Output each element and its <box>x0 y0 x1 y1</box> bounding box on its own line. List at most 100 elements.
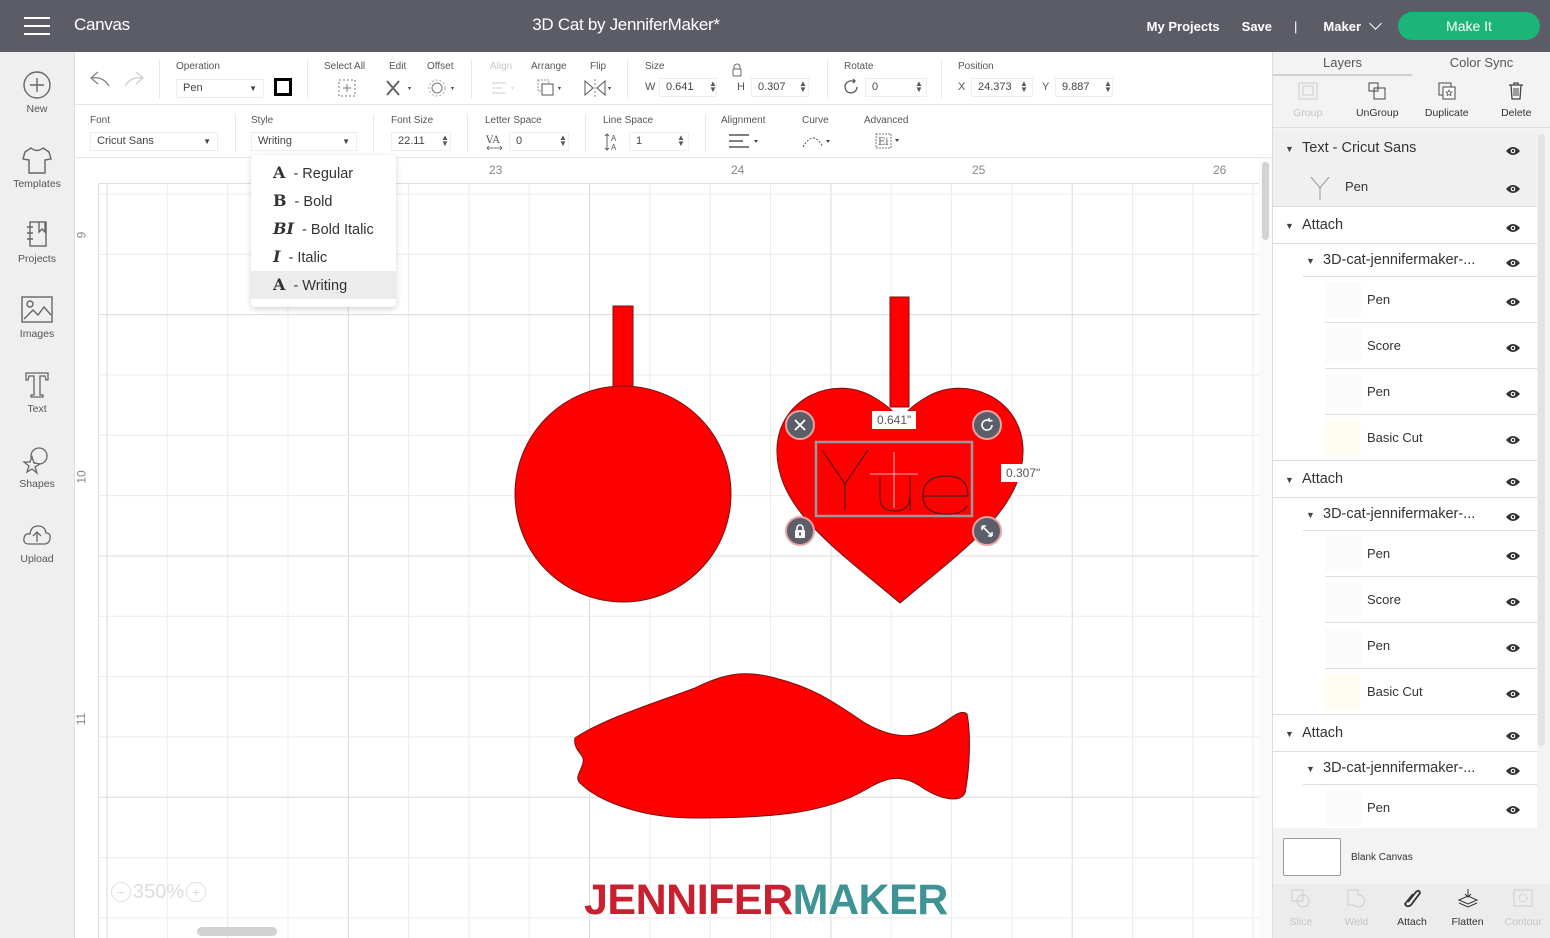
sidebar-item-templates[interactable]: Templates <box>0 145 74 190</box>
layer-group[interactable]: ▼ Attach <box>1273 715 1537 752</box>
line-space-stepper[interactable]: ▲ ▼ <box>677 134 685 148</box>
layer-item[interactable]: Pen <box>1273 369 1537 415</box>
eye-visibility-icon[interactable] <box>1505 182 1521 198</box>
style-option-writing[interactable]: A - Writing <box>251 271 396 299</box>
tab-color-sync[interactable]: Color Sync <box>1412 52 1550 76</box>
select-all-icon[interactable] <box>337 78 357 98</box>
layer-item[interactable]: Basic Cut <box>1273 415 1537 461</box>
fish-shape[interactable] <box>574 673 970 819</box>
eye-visibility-icon[interactable] <box>1505 510 1521 526</box>
expand-triangle-icon[interactable]: ▼ <box>1306 510 1315 520</box>
sidebar-item-text[interactable]: Text <box>0 370 74 415</box>
layer-subgroup[interactable]: ▼ 3D-cat-jennifermaker-... <box>1273 244 1537 277</box>
layer-item[interactable]: Pen <box>1273 531 1537 577</box>
align-icon[interactable] <box>489 78 519 98</box>
layer-item[interactable]: Score <box>1273 323 1537 369</box>
eye-visibility-icon[interactable] <box>1505 803 1521 819</box>
sidebar-item-images[interactable]: Images <box>0 295 74 340</box>
eye-visibility-icon[interactable] <box>1505 475 1521 491</box>
eye-visibility-icon[interactable] <box>1505 144 1521 160</box>
flatten-button[interactable]: Flatten <box>1440 884 1496 938</box>
layer-item[interactable]: Pen <box>1273 167 1537 207</box>
expand-triangle-icon[interactable]: ▼ <box>1285 221 1294 231</box>
y-stepper[interactable]: ▲ ▼ <box>1104 80 1112 94</box>
layer-item[interactable]: Basic Cut <box>1273 669 1537 715</box>
operation-color-swatch[interactable] <box>274 78 292 96</box>
layer-item[interactable]: Pen <box>1273 277 1537 323</box>
letter-space-stepper[interactable]: ▲ ▼ <box>559 134 567 148</box>
layer-item[interactable]: Pen <box>1273 785 1537 828</box>
save-button[interactable]: Save <box>1242 19 1272 34</box>
machine-selector[interactable]: Maker <box>1323 17 1382 34</box>
eye-visibility-icon[interactable] <box>1505 641 1521 657</box>
vertical-scroll-thumb[interactable] <box>1262 162 1269 240</box>
expand-triangle-icon[interactable]: ▼ <box>1285 144 1294 154</box>
x-stepper[interactable]: ▲ ▼ <box>1020 80 1028 94</box>
layer-subgroup[interactable]: ▼ 3D-cat-jennifermaker-... <box>1273 752 1537 785</box>
eye-visibility-icon[interactable] <box>1505 764 1521 780</box>
eye-visibility-icon[interactable] <box>1505 387 1521 403</box>
contour-button[interactable]: Contour <box>1495 884 1550 938</box>
arrange-icon[interactable] <box>536 78 566 98</box>
sidebar-item-new[interactable]: New <box>0 70 74 115</box>
delete-button[interactable]: Delete <box>1482 76 1550 127</box>
tab-layers[interactable]: Layers <box>1273 52 1412 76</box>
resize-handle[interactable] <box>972 516 1002 546</box>
zoom-out-button[interactable]: − <box>111 882 131 902</box>
eye-visibility-icon[interactable] <box>1505 295 1521 311</box>
operation-select[interactable]: Pen ▼ <box>176 79 264 98</box>
ungroup-button[interactable]: UnGroup <box>1343 76 1413 127</box>
heart-ornament-shape[interactable] <box>776 296 1024 604</box>
eye-visibility-icon[interactable] <box>1505 595 1521 611</box>
style-option-bold-italic[interactable]: BI - Bold Italic <box>251 215 396 243</box>
layer-group[interactable]: ▼ Text - Cricut Sans <box>1273 130 1537 167</box>
font-select[interactable]: Cricut Sans ▼ <box>90 132 218 151</box>
rotate-handle[interactable] <box>972 410 1002 440</box>
lock-handle[interactable] <box>785 516 815 546</box>
eye-visibility-icon[interactable] <box>1505 729 1521 745</box>
expand-triangle-icon[interactable]: ▼ <box>1306 256 1315 266</box>
my-projects-link[interactable]: My Projects <box>1147 19 1220 34</box>
zoom-in-button[interactable]: + <box>186 882 207 902</box>
eye-visibility-icon[interactable] <box>1505 549 1521 565</box>
sidebar-item-upload[interactable]: Upload <box>0 520 74 565</box>
expand-triangle-icon[interactable]: ▼ <box>1285 729 1294 739</box>
layer-item[interactable]: Score <box>1273 577 1537 623</box>
layer-group[interactable]: ▼ Attach <box>1273 461 1537 498</box>
rotate-stepper[interactable]: ▲ ▼ <box>915 80 923 94</box>
offset-icon[interactable] <box>428 78 458 98</box>
width-stepper[interactable]: ▲ ▼ <box>709 80 717 94</box>
advanced-icon[interactable]: Ei <box>874 131 904 151</box>
text-align-icon[interactable] <box>727 132 763 150</box>
edit-scissors-icon[interactable] <box>384 78 414 98</box>
vertical-scrollbar[interactable] <box>1259 158 1272 938</box>
slice-button[interactable]: Slice <box>1273 884 1329 938</box>
eye-visibility-icon[interactable] <box>1505 221 1521 237</box>
layer-subgroup[interactable]: ▼ 3D-cat-jennifermaker-... <box>1273 498 1537 531</box>
attach-button[interactable]: Attach <box>1384 884 1440 938</box>
layers-scrollbar[interactable] <box>1538 134 1545 746</box>
group-button[interactable]: Group <box>1273 76 1343 127</box>
eye-visibility-icon[interactable] <box>1505 433 1521 449</box>
expand-triangle-icon[interactable]: ▼ <box>1306 764 1315 774</box>
curve-icon[interactable] <box>800 131 834 151</box>
style-option-regular[interactable]: A - Regular <box>251 159 396 187</box>
sidebar-item-projects[interactable]: Projects <box>0 220 74 265</box>
font-size-stepper[interactable]: ▲ ▼ <box>441 134 449 148</box>
layer-group[interactable]: ▼ Attach <box>1273 207 1537 244</box>
sidebar-item-shapes[interactable]: Shapes <box>0 445 74 490</box>
make-it-button[interactable]: Make It <box>1398 12 1540 40</box>
duplicate-button[interactable]: Duplicate <box>1412 76 1482 127</box>
redo-icon[interactable] <box>123 70 145 88</box>
expand-triangle-icon[interactable]: ▼ <box>1285 475 1294 485</box>
eye-visibility-icon[interactable] <box>1505 341 1521 357</box>
style-option-italic[interactable]: I - Italic <box>251 243 396 271</box>
delete-handle[interactable] <box>785 410 815 440</box>
layer-item[interactable]: Pen <box>1273 623 1537 669</box>
layers-scroll-thumb[interactable] <box>1538 134 1545 746</box>
undo-icon[interactable] <box>89 70 111 88</box>
circle-ornament-shape[interactable] <box>514 305 732 603</box>
flip-icon[interactable] <box>583 78 615 98</box>
weld-button[interactable]: Weld <box>1329 884 1385 938</box>
lock-icon[interactable] <box>731 63 743 77</box>
